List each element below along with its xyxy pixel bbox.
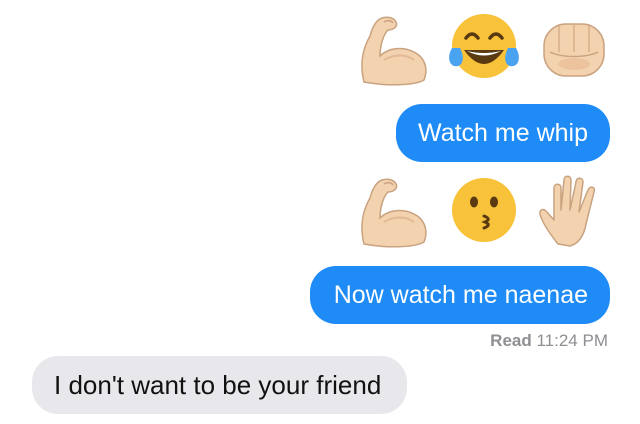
message-text: Watch me whip [418, 118, 588, 147]
read-receipt: Read 11:24 PM [490, 331, 608, 351]
emoji-message-1[interactable] [354, 8, 614, 88]
flexed-biceps-icon [361, 16, 427, 86]
outgoing-message-bubble[interactable]: Now watch me naenae [309, 266, 610, 324]
message-text: I don't want to be your friend [54, 370, 382, 400]
read-status: Read [490, 331, 532, 350]
read-time: 11:24 PM [536, 331, 608, 350]
message-text: Now watch me naenae [333, 280, 588, 309]
tears-of-joy-face-icon [449, 14, 519, 78]
flexed-biceps-icon [361, 178, 427, 248]
outgoing-message-bubble[interactable]: Watch me whip [396, 104, 610, 162]
raised-hand-icon [539, 175, 596, 247]
kissing-face-icon [452, 178, 516, 242]
oncoming-fist-icon [543, 23, 605, 77]
incoming-message-bubble[interactable]: I don't want to be your friend [32, 356, 408, 414]
emoji-message-2[interactable] [354, 170, 614, 250]
